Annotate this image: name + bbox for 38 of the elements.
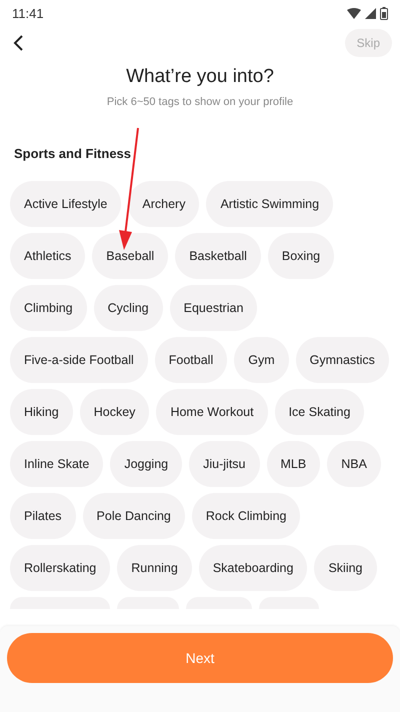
- tag-chip[interactable]: Hiking: [10, 389, 73, 435]
- tag-chip[interactable]: Skateboarding: [198, 545, 308, 591]
- tag-chip[interactable]: Artistic Swimming: [206, 181, 334, 227]
- tag-chip[interactable]: Rock Climbing: [192, 493, 300, 539]
- tag-chip[interactable]: Hockey: [80, 389, 150, 435]
- section-title: Sports and Fitness: [14, 146, 132, 161]
- tag-chip[interactable]: Pole Dancing: [82, 493, 185, 539]
- tag-chip[interactable]: Basketball: [175, 233, 261, 279]
- tag-chip[interactable]: Gymnastics: [296, 337, 389, 383]
- tag-chip[interactable]: Rollerskating: [10, 545, 110, 591]
- tag-chip[interactable]: Equestrian: [170, 285, 258, 331]
- wifi-icon: [347, 8, 361, 18]
- tag-chip[interactable]: Pilates: [10, 493, 76, 539]
- signal-icon: [365, 8, 376, 18]
- back-icon[interactable]: [12, 34, 24, 52]
- tag-chip[interactable]: Running: [117, 545, 192, 591]
- tag-chip[interactable]: Home Workout: [156, 389, 268, 435]
- tag-chip[interactable]: Archery: [128, 181, 200, 227]
- page-title: What’re you into?: [125, 66, 275, 88]
- tag-chip[interactable]: Cycling: [94, 285, 163, 331]
- tag-chip[interactable]: Climbing: [10, 285, 87, 331]
- tag-chip[interactable]: Skiing: [314, 545, 377, 591]
- status-time: 11:41: [12, 6, 44, 20]
- tag-chip[interactable]: Active Lifestyle: [10, 181, 122, 227]
- battery-icon: [380, 6, 388, 20]
- tag-chip[interactable]: Gym: [234, 337, 289, 383]
- tag-chip[interactable]: Athletics: [10, 233, 86, 279]
- tag-chip[interactable]: Football: [154, 337, 228, 383]
- tag-chip[interactable]: NBA: [327, 441, 381, 487]
- tag-chip[interactable]: Jiu-jitsu: [189, 441, 260, 487]
- tag-chip[interactable]: Boxing: [268, 233, 334, 279]
- tag-chip[interactable]: Baseball: [92, 233, 168, 279]
- tag-chip[interactable]: Five-a-side Football: [10, 337, 148, 383]
- tag-chip[interactable]: Inline Skate: [10, 441, 104, 487]
- tag-chip[interactable]: Ice Skating: [274, 389, 364, 435]
- page-subtitle: Pick 6~50 tags to show on your profile: [106, 96, 294, 108]
- tag-chip[interactable]: Jogging: [110, 441, 182, 487]
- tag-chip[interactable]: MLB: [266, 441, 320, 487]
